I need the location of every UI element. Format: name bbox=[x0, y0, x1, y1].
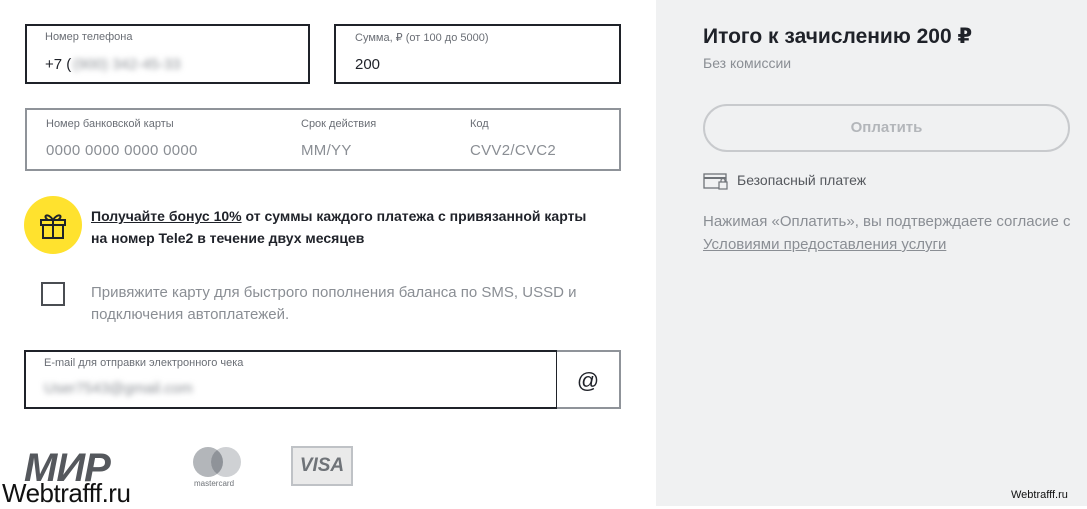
total-title: Итого к зачислению 200 ₽ bbox=[703, 25, 973, 48]
bind-card-checkbox[interactable] bbox=[41, 282, 65, 306]
card-expiry-label: Срок действия bbox=[301, 118, 377, 130]
amount-label: Сумма, ₽ (от 100 до 5000) bbox=[355, 32, 489, 44]
gift-icon bbox=[40, 214, 66, 239]
watermark-left: Webtrafff.ru bbox=[2, 478, 131, 508]
gift-badge bbox=[24, 196, 82, 254]
bonus-link[interactable]: Получайте бонус 10% bbox=[91, 208, 242, 224]
card-number-input[interactable]: 0000 0000 0000 0000 bbox=[46, 142, 198, 159]
secure-payment-label: Безопасный платеж bbox=[737, 172, 867, 188]
phone-prefix: +7 ( bbox=[45, 56, 72, 73]
email-at-button[interactable]: @ bbox=[557, 350, 621, 409]
commission-note: Без комиссии bbox=[703, 55, 792, 71]
watermark-right: Webtrafff.ru bbox=[1011, 489, 1068, 501]
terms-text: Нажимая «Оплатить», вы подтверждаете сог… bbox=[703, 210, 1083, 256]
email-value[interactable]: User7543@gmail.com bbox=[44, 380, 193, 397]
card-code-input[interactable]: CVV2/CVC2 bbox=[470, 142, 556, 159]
phone-field[interactable]: Номер телефона +7 ( (900) 342-45-33 bbox=[25, 24, 310, 84]
card-number-label: Номер банковской карты bbox=[46, 118, 174, 130]
phone-value[interactable]: (900) 342-45-33 bbox=[73, 56, 181, 73]
bind-card-label[interactable]: Привяжите карту для быстрого пополнения … bbox=[91, 282, 591, 326]
bonus-text: Получайте бонус 10% от суммы каждого пла… bbox=[91, 205, 591, 249]
terms-prefix: Нажимая «Оплатить», вы подтверждаете сог… bbox=[703, 213, 1071, 230]
email-label: E-mail для отправки электронного чека bbox=[44, 357, 244, 369]
mastercard-text: mastercard bbox=[194, 479, 235, 488]
card-code-label: Код bbox=[470, 118, 489, 130]
card-field-group[interactable]: Номер банковской карты 0000 0000 0000 00… bbox=[25, 108, 621, 171]
mastercard-logo: mastercard bbox=[188, 444, 246, 492]
visa-logo: VISA bbox=[291, 446, 353, 486]
amount-field[interactable]: Сумма, ₽ (от 100 до 5000) 200 bbox=[334, 24, 621, 84]
amount-value[interactable]: 200 bbox=[355, 56, 380, 73]
card-expiry-input[interactable]: MM/YY bbox=[301, 142, 352, 159]
pay-button[interactable]: Оплатить bbox=[703, 104, 1070, 152]
email-field[interactable]: E-mail для отправки электронного чека Us… bbox=[24, 350, 558, 409]
phone-label: Номер телефона bbox=[45, 31, 133, 43]
terms-link[interactable]: Условиями предоставления услуги bbox=[703, 236, 946, 253]
secure-payment: Безопасный платеж bbox=[703, 172, 866, 190]
secure-card-icon bbox=[703, 173, 728, 190]
